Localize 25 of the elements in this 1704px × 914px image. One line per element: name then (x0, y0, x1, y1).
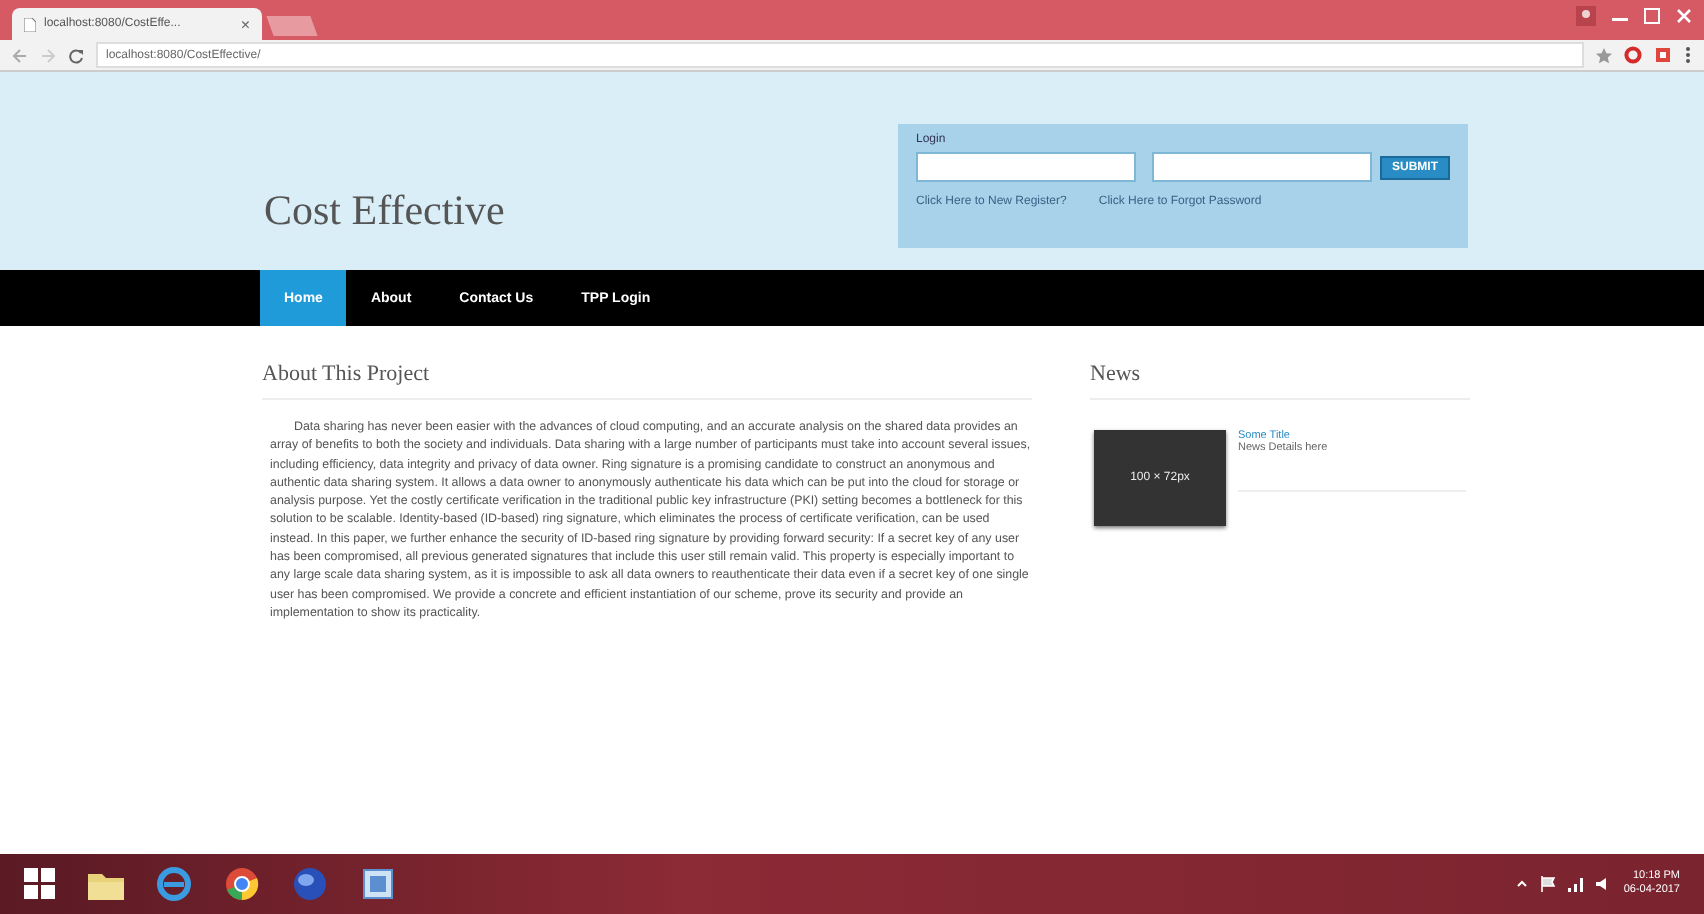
page-icon (24, 17, 36, 31)
maximize-icon[interactable] (1644, 6, 1660, 26)
chrome-browser-icon[interactable] (224, 866, 260, 902)
network-icon[interactable] (1567, 876, 1584, 892)
folder-icon[interactable] (88, 868, 124, 900)
speaker-icon[interactable] (1595, 876, 1612, 892)
circle-icon[interactable] (1624, 46, 1642, 64)
flag-icon[interactable] (1539, 876, 1556, 892)
password-field[interactable] (1152, 152, 1372, 182)
menu-icon[interactable] (1684, 46, 1692, 64)
site-title: Cost Effective (264, 186, 505, 236)
tab-close-button[interactable]: × (240, 15, 250, 33)
extension-icon[interactable] (1654, 46, 1672, 64)
user-icon[interactable] (1576, 6, 1596, 26)
star-icon[interactable] (1596, 47, 1612, 63)
reload-icon[interactable] (68, 47, 84, 63)
windows-logo-icon[interactable] (24, 868, 56, 900)
browser-e-icon[interactable] (156, 866, 192, 902)
section-heading: News (1090, 362, 1470, 400)
username-field[interactable] (916, 152, 1136, 182)
window-icon[interactable] (360, 866, 396, 902)
chevron-icon[interactable] (1515, 878, 1528, 890)
close-icon[interactable] (1676, 6, 1692, 26)
globe-icon[interactable] (292, 866, 328, 902)
section-heading: About This Project (262, 362, 1032, 400)
